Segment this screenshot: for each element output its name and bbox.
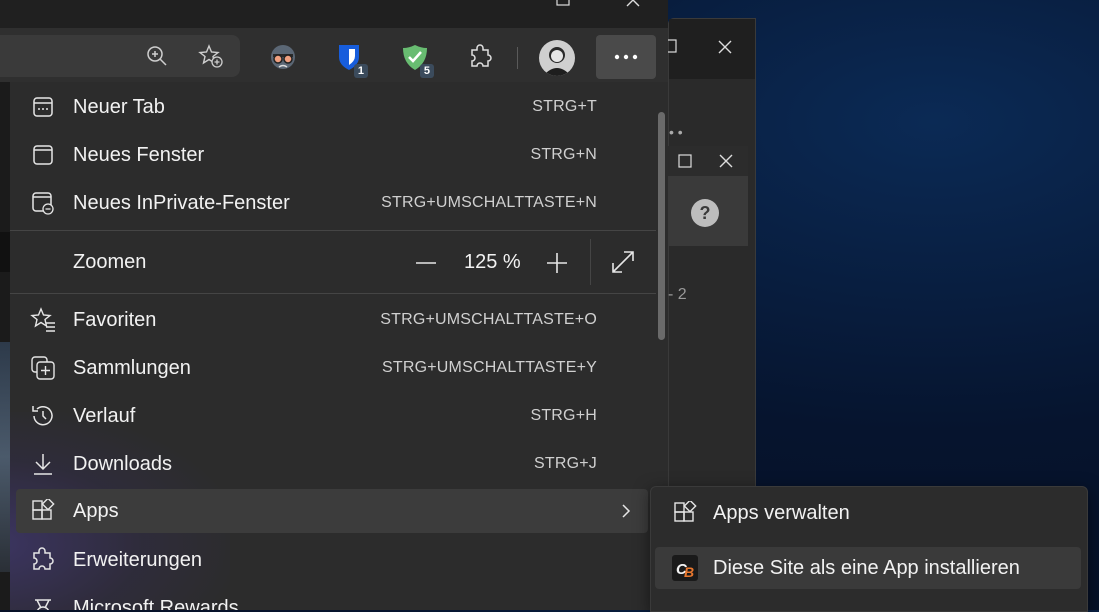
menu-item-shortcut: STRG+N	[530, 146, 597, 163]
downloads-icon	[30, 451, 56, 477]
plus-icon	[547, 253, 567, 273]
menu-item-label: Neues Fenster	[73, 143, 205, 166]
menu-item-label: Verlauf	[73, 404, 136, 427]
bitwarden-badge: 1	[353, 64, 368, 78]
help-icon[interactable]: ?	[690, 198, 720, 228]
maximize-icon[interactable]	[678, 154, 692, 168]
inprivate-window-icon	[30, 190, 56, 216]
menu-item-shortcut: STRG+UMSCHALTTASTE+Y	[382, 359, 597, 376]
page-content-fragment	[0, 232, 10, 272]
svg-text:?: ?	[700, 203, 711, 223]
menu-item-new-window[interactable]: Neues Fenster STRG+N	[10, 132, 656, 178]
submenu-item-manage-apps[interactable]: Apps verwalten	[655, 492, 1081, 534]
browser-titlebar	[0, 0, 668, 28]
close-icon[interactable]	[717, 39, 733, 55]
favorites-icon	[30, 307, 56, 333]
menu-item-shortcut: STRG+H	[530, 407, 597, 424]
collections-icon	[30, 355, 56, 381]
toolbar-divider	[517, 47, 518, 69]
close-icon[interactable]	[718, 153, 734, 169]
background-window-titlebar	[669, 19, 755, 79]
menu-item-new-tab[interactable]: Neuer Tab STRG+T	[10, 84, 656, 130]
menu-item-label: Microsoft Rewards	[73, 596, 239, 611]
chevron-right-icon	[620, 503, 632, 519]
maximize-icon[interactable]	[556, 0, 570, 6]
menu-item-label: Neues InPrivate-Fenster	[73, 191, 290, 214]
submenu-item-install-site-as-app[interactable]: CB Diese Site als eine App installieren	[655, 547, 1081, 589]
menu-item-shortcut: STRG+UMSCHALTTASTE+O	[380, 311, 597, 328]
settings-menu: Neuer Tab STRG+T Neues Fenster STRG+N Ne…	[10, 82, 656, 610]
menu-separator	[10, 230, 656, 231]
menu-item-label: Apps	[73, 499, 119, 522]
adguard-extension-icon[interactable]: 5	[400, 42, 434, 78]
menu-item-history[interactable]: Verlauf STRG+H	[10, 393, 656, 439]
page-image-fragment	[0, 342, 10, 572]
menu-item-label: Erweiterungen	[73, 548, 202, 571]
history-icon	[30, 403, 56, 429]
page-content-edge	[0, 82, 10, 610]
menu-item-label: Downloads	[73, 452, 172, 475]
menu-item-shortcut: STRG+T	[532, 98, 597, 115]
background-dialog: ?	[668, 146, 748, 246]
menu-item-label: Neuer Tab	[73, 95, 165, 118]
add-favorite-icon[interactable]	[196, 41, 226, 71]
bitwarden-extension-icon[interactable]: 1	[334, 42, 368, 78]
menu-item-microsoft-rewards[interactable]: Microsoft Rewards	[10, 585, 656, 610]
svg-text:B: B	[684, 564, 694, 580]
menu-item-zoom: Zoomen 125 %	[10, 239, 656, 285]
close-icon[interactable]	[625, 0, 641, 8]
submenu-item-label: Apps verwalten	[713, 501, 850, 524]
zoom-indicator-icon[interactable]	[142, 41, 172, 71]
menu-item-downloads[interactable]: Downloads STRG+J	[10, 441, 656, 487]
extensions-puzzle-icon[interactable]	[466, 42, 496, 72]
address-bar[interactable]	[0, 35, 240, 77]
scrollbar-thumb[interactable]	[658, 112, 665, 340]
dots-fragment: • •	[669, 124, 683, 140]
new-tab-icon	[30, 94, 56, 120]
zoom-out-button[interactable]	[414, 251, 438, 275]
menu-item-shortcut: STRG+J	[534, 455, 597, 472]
fullscreen-button[interactable]	[610, 249, 636, 275]
fullscreen-icon	[612, 251, 634, 273]
more-dots-icon	[614, 54, 638, 60]
profile-avatar[interactable]	[539, 40, 575, 76]
zoom-label: Zoomen	[73, 250, 147, 273]
minus-icon	[416, 262, 436, 264]
menu-item-collections[interactable]: Sammlungen STRG+UMSCHALTTASTE+Y	[10, 345, 656, 391]
site-app-logo-icon: CB	[671, 554, 699, 582]
apps-icon	[30, 498, 56, 524]
zoom-divider	[590, 239, 591, 285]
adguard-badge: 5	[419, 64, 434, 78]
zoom-value: 125 %	[464, 251, 521, 273]
menu-item-shortcut: STRG+UMSCHALTTASTE+N	[381, 194, 597, 211]
zoom-in-button[interactable]	[545, 251, 569, 275]
menu-item-apps[interactable]: Apps	[16, 489, 648, 533]
apps-manage-icon	[671, 499, 699, 527]
menu-item-label: Favoriten	[73, 308, 157, 331]
menu-item-favorites[interactable]: Favoriten STRG+UMSCHALTTASTE+O	[10, 297, 656, 343]
spy-extension-icon[interactable]	[268, 42, 298, 72]
new-window-icon	[30, 142, 56, 168]
rewards-icon	[30, 595, 56, 610]
menu-item-extensions[interactable]: Erweiterungen	[10, 537, 656, 583]
settings-and-more-button[interactable]	[596, 35, 656, 79]
page-number-fragment: - 2	[668, 286, 687, 303]
menu-item-label: Sammlungen	[73, 356, 191, 379]
apps-submenu: Apps verwalten CB Diese Site als eine Ap…	[650, 486, 1088, 612]
menu-separator	[10, 293, 656, 294]
extensions-icon	[30, 547, 56, 573]
menu-item-new-inprivate-window[interactable]: Neues InPrivate-Fenster STRG+UMSCHALTTAS…	[10, 180, 656, 226]
submenu-item-label: Diese Site als eine App installieren	[713, 556, 1020, 579]
